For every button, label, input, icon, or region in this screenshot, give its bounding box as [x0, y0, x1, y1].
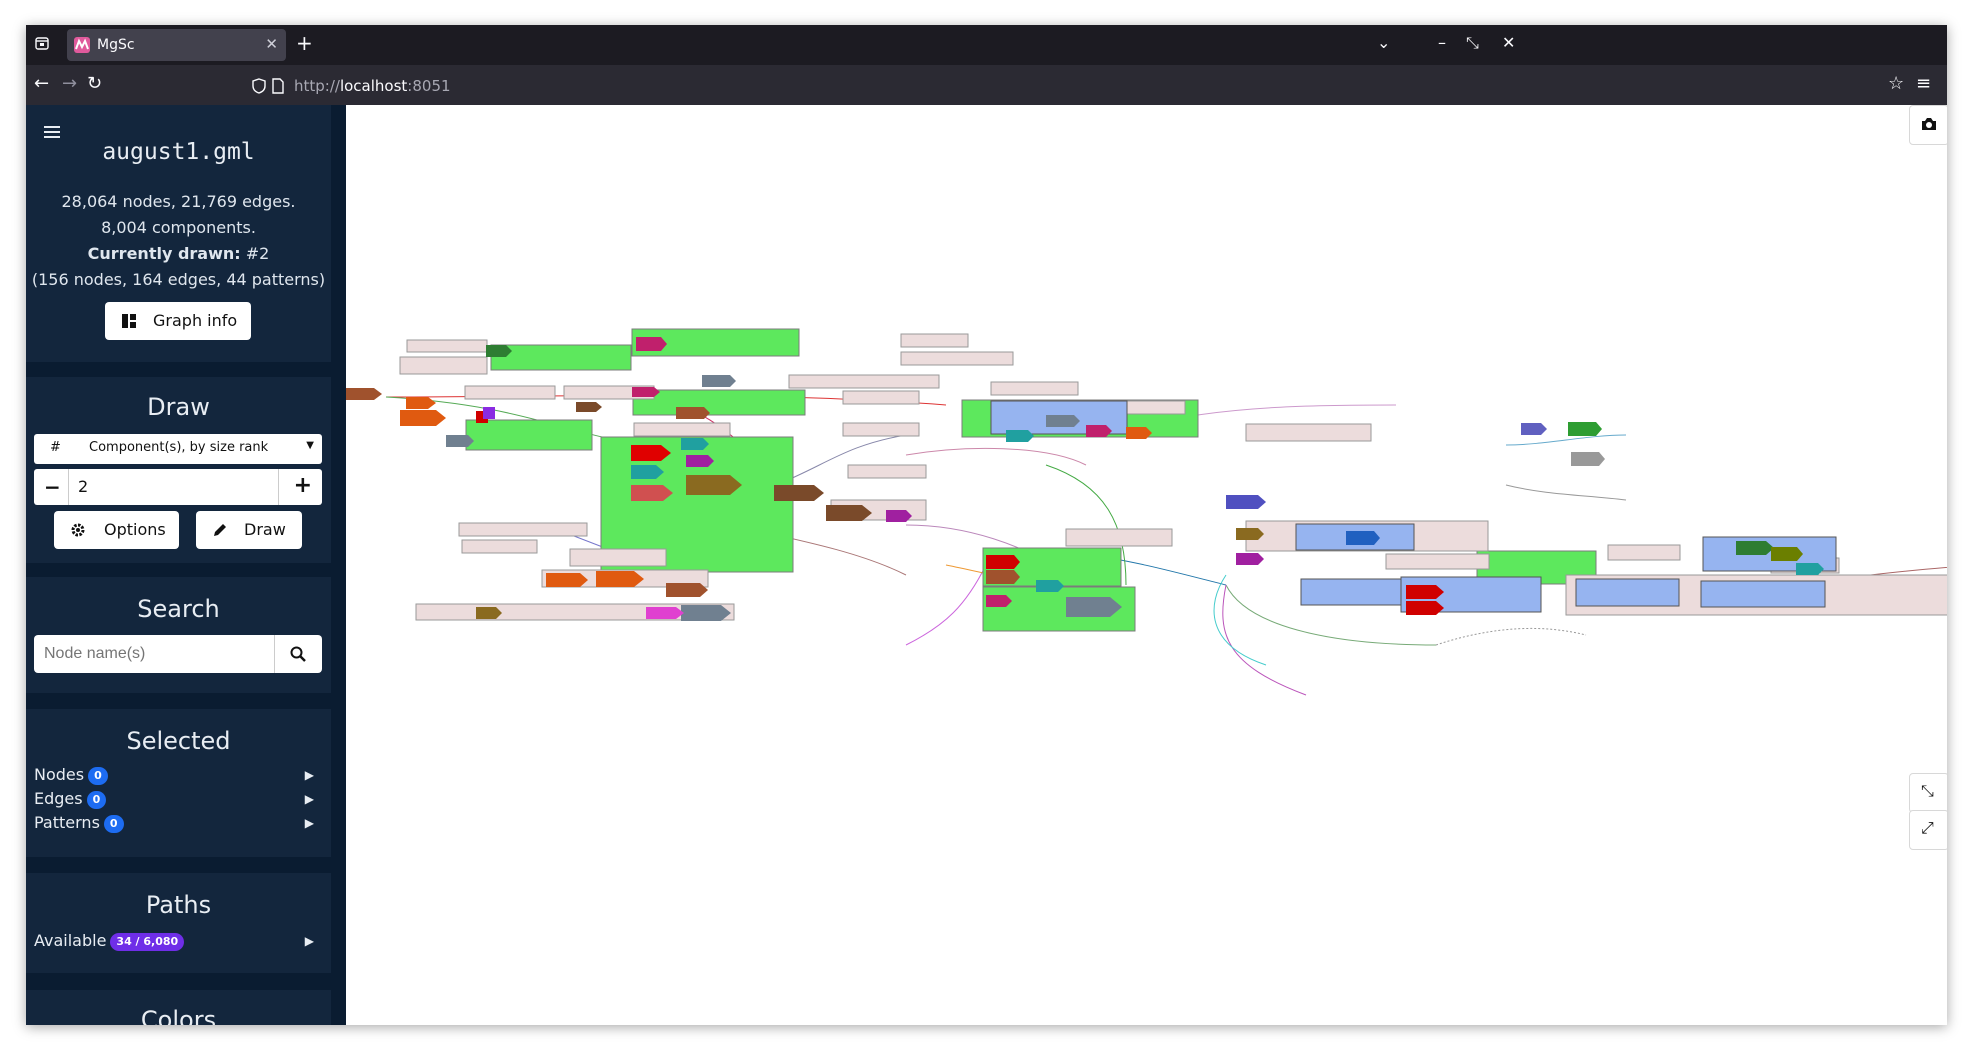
tab-title: MgSc — [97, 37, 135, 53]
paths-card: Paths Available 34 / 6,080 ▶ — [26, 873, 331, 973]
tab-mgsc[interactable]: MgSc ✕ — [67, 29, 286, 61]
components-count: 8,004 components. — [101, 218, 256, 237]
url-bar[interactable]: http://localhost:8051 — [246, 70, 1866, 100]
edges-count-badge: 0 — [86, 790, 107, 809]
hamburger-menu-icon[interactable] — [44, 125, 60, 139]
zoom-fit-button[interactable]: ⤡ — [1909, 773, 1947, 813]
selected-edges-row[interactable]: Edges 0 ▶ — [34, 789, 324, 809]
caret-right-icon: ▶ — [304, 768, 314, 782]
bookmark-star-icon[interactable]: ☆ — [1888, 74, 1904, 94]
gear-icon — [71, 523, 85, 537]
app-menu-icon[interactable]: ≡ — [1916, 74, 1931, 94]
options-button[interactable]: Options — [54, 511, 179, 549]
file-info-card: august1.gml 28,064 nodes, 21,769 edges. … — [26, 105, 331, 362]
forward-icon[interactable]: → — [62, 74, 77, 94]
selected-card: Selected Nodes 0 ▶ Edges 0 ▶ Patterns 0 ▶ — [26, 709, 331, 857]
current-stats: (156 nodes, 164 edges, 44 patterns) — [31, 270, 326, 289]
restore-icon[interactable]: ⤡ — [1466, 33, 1479, 53]
reload-icon[interactable]: ↻ — [87, 74, 102, 94]
currently-drawn: Currently drawn: #2 — [87, 244, 270, 263]
minimize-icon[interactable]: – — [1438, 33, 1446, 52]
paths-title: Paths — [145, 891, 212, 919]
graph-drawing[interactable] — [346, 105, 1947, 1025]
tab-overview-icon[interactable] — [34, 35, 50, 51]
expand-icon: ⤢ — [1921, 818, 1934, 837]
graph-info-button[interactable]: Graph info — [105, 302, 251, 340]
screenshot-button[interactable] — [1909, 105, 1947, 145]
caret-right-icon: ▶ — [304, 934, 314, 948]
patterns-count-badge: 0 — [103, 814, 124, 833]
search-title: Search — [137, 595, 220, 623]
search-input[interactable] — [34, 635, 270, 673]
decrement-button[interactable]: − — [44, 475, 61, 499]
url-text: http://localhost:8051 — [294, 77, 451, 95]
search-icon[interactable] — [290, 646, 306, 662]
caret-right-icon: ▶ — [304, 816, 314, 830]
paths-count-badge: 34 / 6,080 — [110, 932, 185, 951]
back-icon[interactable]: ← — [34, 74, 49, 94]
nodes-count-badge: 0 — [88, 766, 108, 785]
filename-title: august1.gml — [102, 139, 255, 165]
graph-stats: 28,064 nodes, 21,769 edges. 8,004 compon… — [26, 189, 331, 293]
graph-canvas[interactable]: ⤡ ⤢ — [346, 105, 1947, 1025]
tab-list-chevron-icon[interactable]: ⌄ — [1377, 33, 1390, 52]
caret-right-icon: ▶ — [304, 792, 314, 806]
tab-close-icon[interactable]: ✕ — [265, 35, 278, 53]
draw-title: Draw — [147, 393, 210, 421]
draw-mode-select[interactable]: # Component(s), by size rank ▼ — [34, 434, 322, 464]
rank-input[interactable]: 2 — [78, 477, 88, 496]
dashboard-icon — [122, 314, 136, 328]
tab-bar: MgSc ✕ + ⌄ – ⤡ ✕ — [26, 25, 1947, 65]
sidebar: august1.gml 28,064 nodes, 21,769 edges. … — [26, 105, 346, 1025]
fullscreen-button[interactable]: ⤢ — [1909, 810, 1947, 850]
app-content: august1.gml 28,064 nodes, 21,769 edges. … — [26, 105, 1947, 1025]
mgsc-favicon-icon — [74, 37, 90, 53]
page-info-icon[interactable] — [272, 78, 284, 94]
increment-button[interactable]: + — [294, 473, 312, 498]
colors-card: Colors — [26, 990, 331, 1025]
close-window-icon[interactable]: ✕ — [1502, 33, 1515, 52]
paths-available-row[interactable]: Available 34 / 6,080 ▶ — [34, 931, 324, 951]
pencil-icon — [214, 524, 226, 536]
draw-button[interactable]: Draw — [196, 511, 302, 549]
selected-patterns-row[interactable]: Patterns 0 ▶ — [34, 813, 324, 833]
new-tab-icon[interactable]: + — [296, 31, 313, 55]
draw-mode-value: Component(s), by size rank — [89, 440, 269, 455]
search-card: Search — [26, 577, 331, 693]
colors-title: Colors — [140, 1006, 217, 1025]
selected-nodes-row[interactable]: Nodes 0 ▶ — [34, 765, 324, 785]
selected-title: Selected — [126, 727, 231, 755]
navigation-bar: ← → ↻ http://localhost:8051 ☆ ≡ — [26, 65, 1947, 105]
nodes-edges-count: 28,064 nodes, 21,769 edges. — [61, 192, 296, 211]
collapse-icon: ⤡ — [1921, 781, 1934, 800]
shield-icon[interactable] — [252, 78, 266, 94]
camera-icon — [1922, 118, 1936, 130]
rank-stepper[interactable]: − 2 + — [34, 469, 322, 505]
caret-down-icon: ▼ — [306, 440, 314, 451]
search-box — [34, 635, 322, 673]
draw-card: Draw # Component(s), by size rank ▼ − 2 … — [26, 377, 331, 563]
browser-window: MgSc ✕ + ⌄ – ⤡ ✕ ← → ↻ http://localhost:… — [26, 25, 1947, 1025]
